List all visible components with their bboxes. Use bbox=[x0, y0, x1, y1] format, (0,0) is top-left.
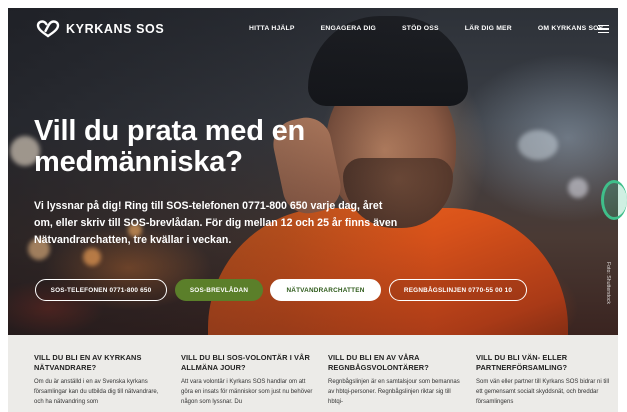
sos-telefonen-button[interactable]: SOS-TELEFONEN 0771-800 650 bbox=[35, 279, 167, 301]
nav-links: HITTA HJÄLP ENGAGERA DIG STÖD OSS LÄR DI… bbox=[249, 25, 603, 32]
bokeh-light bbox=[83, 248, 101, 266]
nav-link-lar-dig-mer[interactable]: LÄR DIG MER bbox=[465, 25, 512, 32]
info-column-regnbagsvolontar[interactable]: VILL DU BLI EN AV VÅRA REGNBÅGSVOLONTÄRE… bbox=[328, 353, 463, 407]
nav-link-om-kyrkans-sos[interactable]: OM KYRKANS SOS bbox=[538, 25, 604, 32]
logo-text: KYRKANS SOS bbox=[66, 22, 165, 36]
page: KYRKANS SOS HITTA HJÄLP ENGAGERA DIG STÖ… bbox=[0, 0, 627, 412]
column-title[interactable]: VILL DU BLI VÄN- ELLER PARTNERFÖRSAMLING… bbox=[476, 353, 611, 373]
info-column-natvandrare[interactable]: VILL DU BLI EN AV KYRKANS NÄTVANDRARE? O… bbox=[34, 353, 169, 407]
column-title[interactable]: VILL DU BLI EN AV VÅRA REGNBÅGSVOLONTÄRE… bbox=[328, 353, 463, 373]
nav-link-stod-oss[interactable]: STÖD OSS bbox=[402, 25, 439, 32]
nav-link-hitta-hjalp[interactable]: HITTA HJÄLP bbox=[249, 25, 295, 32]
info-column-partnerforsamling[interactable]: VILL DU BLI VÄN- ELLER PARTNERFÖRSAMLING… bbox=[476, 353, 611, 407]
hero-title: Vill du prata med en medmänniska? bbox=[34, 115, 306, 178]
green-light-ring bbox=[601, 180, 627, 220]
column-title[interactable]: VILL DU BLI SOS-VOLONTÄR I VÅR ALLMÄNA J… bbox=[181, 353, 316, 373]
top-navbar: KYRKANS SOS HITTA HJÄLP ENGAGERA DIG STÖ… bbox=[8, 8, 618, 52]
photo-credit: Foto: Shutterstock bbox=[605, 262, 611, 305]
column-text: Att vara volontär i Kyrkans SOS handlar … bbox=[181, 379, 313, 405]
bokeh-light bbox=[568, 178, 588, 198]
hero-body: Vi lyssnar på dig! Ring till SOS-telefon… bbox=[34, 200, 398, 246]
heart-logo-icon bbox=[36, 20, 60, 38]
hamburger-icon[interactable] bbox=[598, 25, 609, 33]
column-title[interactable]: VILL DU BLI EN AV KYRKANS NÄTVANDRARE? bbox=[34, 353, 169, 373]
sos-brevladan-button[interactable]: SOS-BREVLÅDAN bbox=[175, 279, 263, 301]
logo[interactable]: KYRKANS SOS bbox=[36, 20, 164, 38]
bokeh-light bbox=[518, 130, 558, 160]
column-text: Om du är anställd i en av Svenska kyrkan… bbox=[34, 379, 159, 405]
info-column-sos-volontar[interactable]: VILL DU BLI SOS-VOLONTÄR I VÅR ALLMÄNA J… bbox=[181, 353, 316, 407]
column-text: Regnbågslinjen är en samtalsjour som bem… bbox=[328, 379, 460, 405]
natvandrarchatten-button[interactable]: NÄTVANDRARCHATTEN bbox=[270, 279, 381, 301]
regnbagslinjen-button[interactable]: REGNBÅGSLINJEN 0770-55 00 10 bbox=[389, 279, 527, 301]
column-text: Som vän eller partner till Kyrkans SOS b… bbox=[476, 379, 610, 405]
nav-link-engagera-dig[interactable]: ENGAGERA DIG bbox=[321, 25, 376, 32]
